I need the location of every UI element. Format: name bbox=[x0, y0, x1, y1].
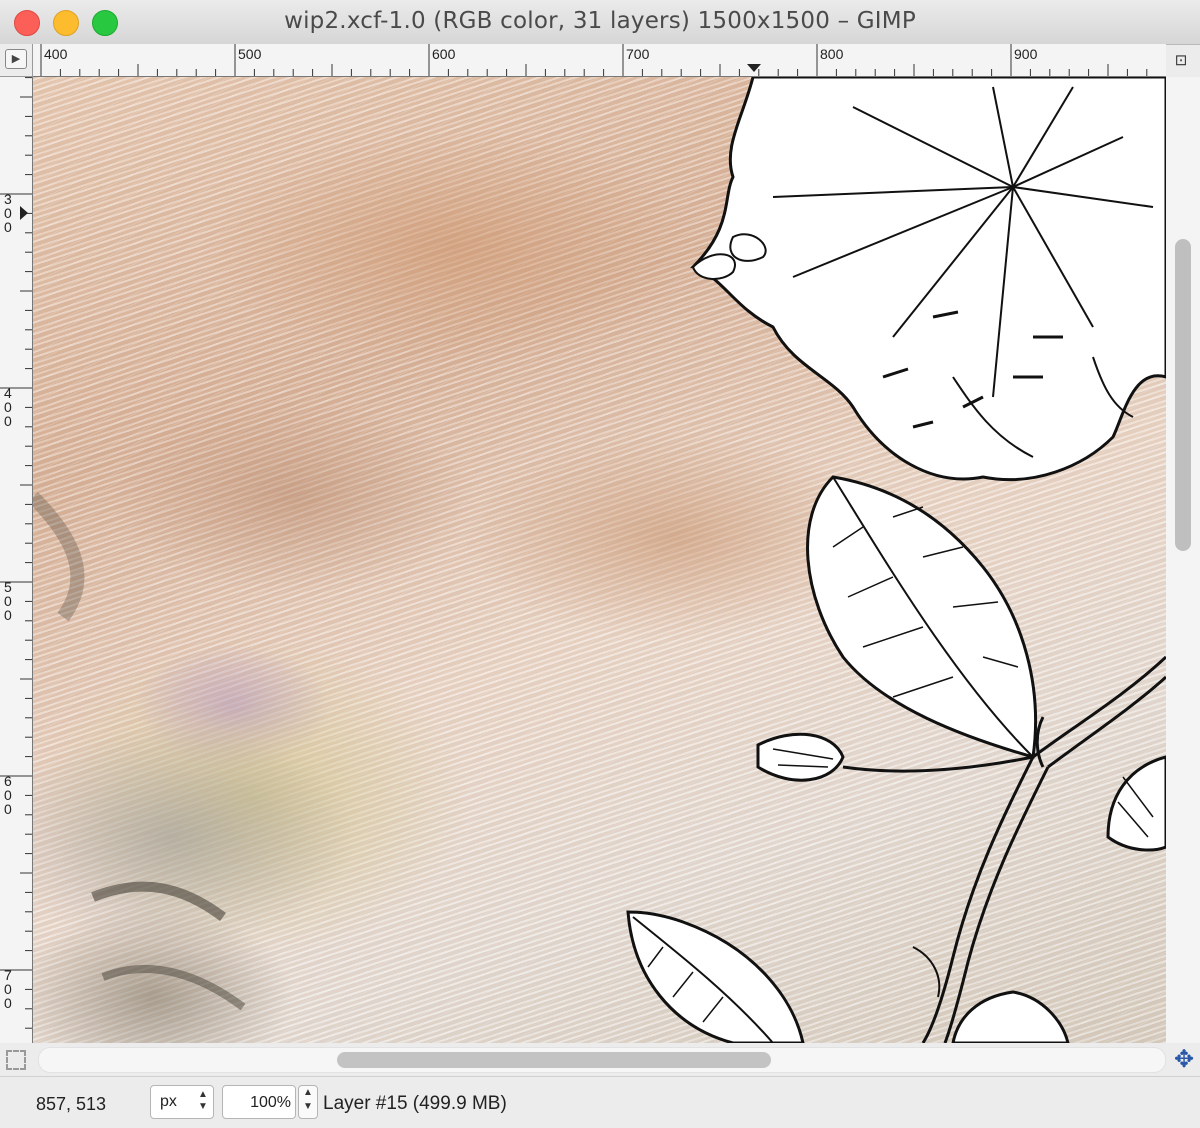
vertical-scrollbar[interactable] bbox=[1166, 77, 1200, 1043]
horizontal-scrollbar[interactable] bbox=[38, 1047, 1166, 1073]
ruler-label: 800 bbox=[820, 46, 844, 62]
ruler-label: 0 bbox=[4, 607, 12, 623]
ruler-label: 700 bbox=[626, 46, 650, 62]
vertical-ruler[interactable]: 300400500600700 bbox=[0, 77, 33, 1043]
navigate-button[interactable]: ✥ bbox=[1170, 1047, 1198, 1073]
zoom-value: 100% bbox=[250, 1094, 291, 1111]
horizontal-scroll-area: ✥ bbox=[0, 1043, 1200, 1076]
image-canvas[interactable] bbox=[33, 77, 1166, 1043]
ruler-label: 0 bbox=[4, 995, 12, 1011]
horizontal-ruler-ticks: 400 500 600 700 800 900 bbox=[40, 44, 1148, 76]
ruler-corner: ▶ bbox=[0, 44, 33, 77]
unit-chevron-icon: ▲ ▼ bbox=[198, 1089, 208, 1112]
bottom-leaves bbox=[626, 910, 1070, 1043]
image-menu-button[interactable]: ▶ bbox=[5, 49, 27, 69]
large-leaf bbox=[806, 475, 1037, 759]
ruler-label: 400 bbox=[44, 46, 68, 62]
vertical-ruler-ticks: 300400500600700 bbox=[0, 77, 32, 1029]
zoom-stepper-icon: ▲ ▼ bbox=[303, 1087, 313, 1112]
ruler-pointer-marker bbox=[20, 206, 28, 220]
pointer-coordinates: 857, 513 bbox=[36, 1094, 107, 1114]
menu-arrow-icon: ▶ bbox=[11, 53, 21, 65]
zoom-icon: ⊡ bbox=[1174, 52, 1188, 69]
flower-line-art bbox=[33, 77, 1166, 1043]
ruler-label: 0 bbox=[4, 801, 12, 817]
status-bar: 857, 513 px ▲ ▼ 100% ▲ ▼ Layer #15 (499.9 … bbox=[0, 1076, 1200, 1128]
window-title: wip2.xcf-1.0 (RGB color, 31 layers) 1500… bbox=[284, 8, 916, 34]
vertical-scroll-thumb[interactable] bbox=[1175, 239, 1191, 551]
ruler-label: 900 bbox=[1014, 46, 1038, 62]
ruler-label: 0 bbox=[4, 219, 12, 235]
horizontal-ruler[interactable]: 400 500 600 700 800 900 bbox=[33, 44, 1166, 77]
layer-info: Layer #15 (499.9 MB) bbox=[323, 1093, 507, 1114]
horizontal-scroll-thumb[interactable] bbox=[337, 1052, 771, 1068]
flower-head bbox=[690, 77, 1166, 482]
ruler-label: 600 bbox=[432, 46, 456, 62]
zoom-field[interactable]: 100% bbox=[222, 1085, 296, 1119]
title-bar: wip2.xcf-1.0 (RGB color, 31 layers) 1500… bbox=[0, 0, 1200, 45]
ruler-label: 500 bbox=[238, 46, 262, 62]
zoom-image-button[interactable]: ⊡ bbox=[1169, 50, 1193, 72]
gimp-window: wip2.xcf-1.0 (RGB color, 31 layers) 1500… bbox=[0, 0, 1200, 1128]
quick-mask-toggle[interactable] bbox=[6, 1050, 26, 1070]
zoom-stepper[interactable]: ▲ ▼ bbox=[298, 1085, 318, 1119]
right-bud bbox=[1106, 755, 1166, 852]
background-texture-accents bbox=[33, 492, 246, 1011]
navigate-icon: ✥ bbox=[1173, 1046, 1195, 1073]
unit-value: px bbox=[160, 1093, 177, 1110]
ruler-label: 0 bbox=[4, 413, 12, 429]
unit-selector[interactable]: px ▲ ▼ bbox=[150, 1085, 214, 1119]
